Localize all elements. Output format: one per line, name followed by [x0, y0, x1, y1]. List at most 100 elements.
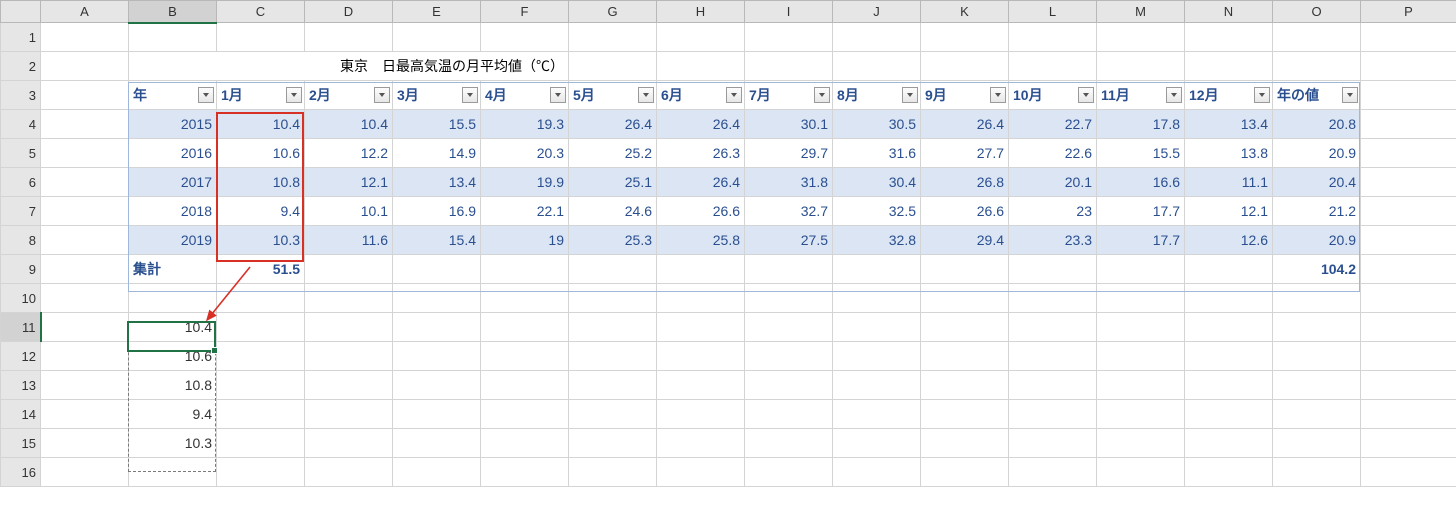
row-header-13[interactable]: 13 — [1, 371, 41, 400]
cell[interactable] — [41, 52, 129, 81]
title-cell[interactable]: 東京 日最高気温の月平均値（℃） — [129, 52, 569, 81]
table-header-oct[interactable]: 10月 — [1009, 81, 1097, 110]
cell[interactable] — [305, 458, 393, 487]
cell[interactable] — [1185, 52, 1273, 81]
table-cell[interactable]: 26.4 — [657, 168, 745, 197]
row-header-9[interactable]: 9 — [1, 255, 41, 284]
filter-dropdown-icon[interactable] — [1078, 87, 1094, 103]
table-cell[interactable]: 12.1 — [1185, 197, 1273, 226]
table-header-apr[interactable]: 4月 — [481, 81, 569, 110]
cell[interactable] — [41, 371, 129, 400]
cell[interactable] — [921, 429, 1009, 458]
cell[interactable] — [1097, 23, 1185, 52]
cell[interactable] — [921, 23, 1009, 52]
cell[interactable] — [1097, 284, 1185, 313]
cell[interactable] — [1009, 52, 1097, 81]
table-header-sep[interactable]: 9月 — [921, 81, 1009, 110]
table-cell[interactable]: 19 — [481, 226, 569, 255]
cell[interactable] — [657, 429, 745, 458]
cell[interactable] — [1009, 371, 1097, 400]
table-cell[interactable]: 12.6 — [1185, 226, 1273, 255]
cell[interactable] — [481, 400, 569, 429]
cell[interactable] — [833, 458, 921, 487]
cell[interactable] — [745, 400, 833, 429]
cell-B14[interactable]: 9.4 — [129, 400, 217, 429]
table-cell[interactable]: 2016 — [129, 139, 217, 168]
cell[interactable] — [393, 23, 481, 52]
cell[interactable] — [1361, 458, 1456, 487]
grid-table[interactable]: A B C D E F G H I J K L M N O P 1 2 東京 日… — [0, 0, 1456, 487]
table-cell[interactable] — [393, 255, 481, 284]
col-header-L[interactable]: L — [1009, 1, 1097, 23]
cell[interactable] — [1361, 139, 1456, 168]
col-header-H[interactable]: H — [657, 1, 745, 23]
filter-dropdown-icon[interactable] — [374, 87, 390, 103]
table-header-jun[interactable]: 6月 — [657, 81, 745, 110]
cell[interactable] — [41, 139, 129, 168]
col-header-J[interactable]: J — [833, 1, 921, 23]
table-cell[interactable]: 30.4 — [833, 168, 921, 197]
table-cell[interactable]: 24.6 — [569, 197, 657, 226]
cell[interactable] — [481, 342, 569, 371]
filter-dropdown-icon[interactable] — [902, 87, 918, 103]
col-header-D[interactable]: D — [305, 1, 393, 23]
table-cell[interactable]: 20.9 — [1273, 226, 1361, 255]
table-cell[interactable]: 32.5 — [833, 197, 921, 226]
cell[interactable] — [393, 429, 481, 458]
cell[interactable] — [657, 313, 745, 342]
row-header-7[interactable]: 7 — [1, 197, 41, 226]
select-all-corner[interactable] — [1, 1, 41, 23]
cell[interactable] — [1097, 342, 1185, 371]
col-header-B[interactable]: B — [129, 1, 217, 23]
cell[interactable] — [657, 400, 745, 429]
cell[interactable] — [1009, 342, 1097, 371]
cell-B15[interactable]: 10.3 — [129, 429, 217, 458]
table-cell[interactable]: 2018 — [129, 197, 217, 226]
cell[interactable] — [41, 110, 129, 139]
cell[interactable] — [217, 313, 305, 342]
cell[interactable] — [481, 313, 569, 342]
cell[interactable] — [1009, 23, 1097, 52]
cell[interactable] — [1361, 110, 1456, 139]
cell[interactable] — [41, 197, 129, 226]
cell[interactable] — [41, 458, 129, 487]
cell[interactable] — [1361, 23, 1456, 52]
col-header-K[interactable]: K — [921, 1, 1009, 23]
cell[interactable] — [833, 284, 921, 313]
table-cell[interactable]: 32.7 — [745, 197, 833, 226]
cell-B11[interactable]: 10.4 — [129, 313, 217, 342]
cell[interactable] — [1097, 313, 1185, 342]
table-cell[interactable]: 20.1 — [1009, 168, 1097, 197]
cell[interactable] — [305, 284, 393, 313]
cell[interactable] — [217, 342, 305, 371]
cell[interactable] — [1097, 429, 1185, 458]
table-cell[interactable]: 17.8 — [1097, 110, 1185, 139]
cell[interactable] — [41, 23, 129, 52]
spreadsheet[interactable]: A B C D E F G H I J K L M N O P 1 2 東京 日… — [0, 0, 1456, 487]
cell[interactable] — [921, 342, 1009, 371]
col-header-G[interactable]: G — [569, 1, 657, 23]
table-cell[interactable]: 26.3 — [657, 139, 745, 168]
table-cell[interactable]: 25.3 — [569, 226, 657, 255]
table-cell[interactable]: 17.7 — [1097, 226, 1185, 255]
cell[interactable] — [305, 429, 393, 458]
cell[interactable] — [745, 23, 833, 52]
cell[interactable] — [1185, 313, 1273, 342]
cell[interactable] — [1361, 168, 1456, 197]
table-cell[interactable] — [1009, 255, 1097, 284]
table-cell[interactable]: 10.6 — [217, 139, 305, 168]
cell[interactable] — [481, 284, 569, 313]
table-cell[interactable]: 31.6 — [833, 139, 921, 168]
filter-dropdown-icon[interactable] — [1254, 87, 1270, 103]
table-cell[interactable] — [657, 255, 745, 284]
filter-dropdown-icon[interactable] — [550, 87, 566, 103]
table-cell[interactable]: 23 — [1009, 197, 1097, 226]
cell[interactable] — [1273, 313, 1361, 342]
table-header-annual[interactable]: 年の値 — [1273, 81, 1361, 110]
table-header-jan[interactable]: 1月 — [217, 81, 305, 110]
cell-B12[interactable]: 10.6 — [129, 342, 217, 371]
cell[interactable] — [745, 458, 833, 487]
table-cell[interactable]: 2019 — [129, 226, 217, 255]
row-header-5[interactable]: 5 — [1, 139, 41, 168]
cell[interactable] — [481, 371, 569, 400]
